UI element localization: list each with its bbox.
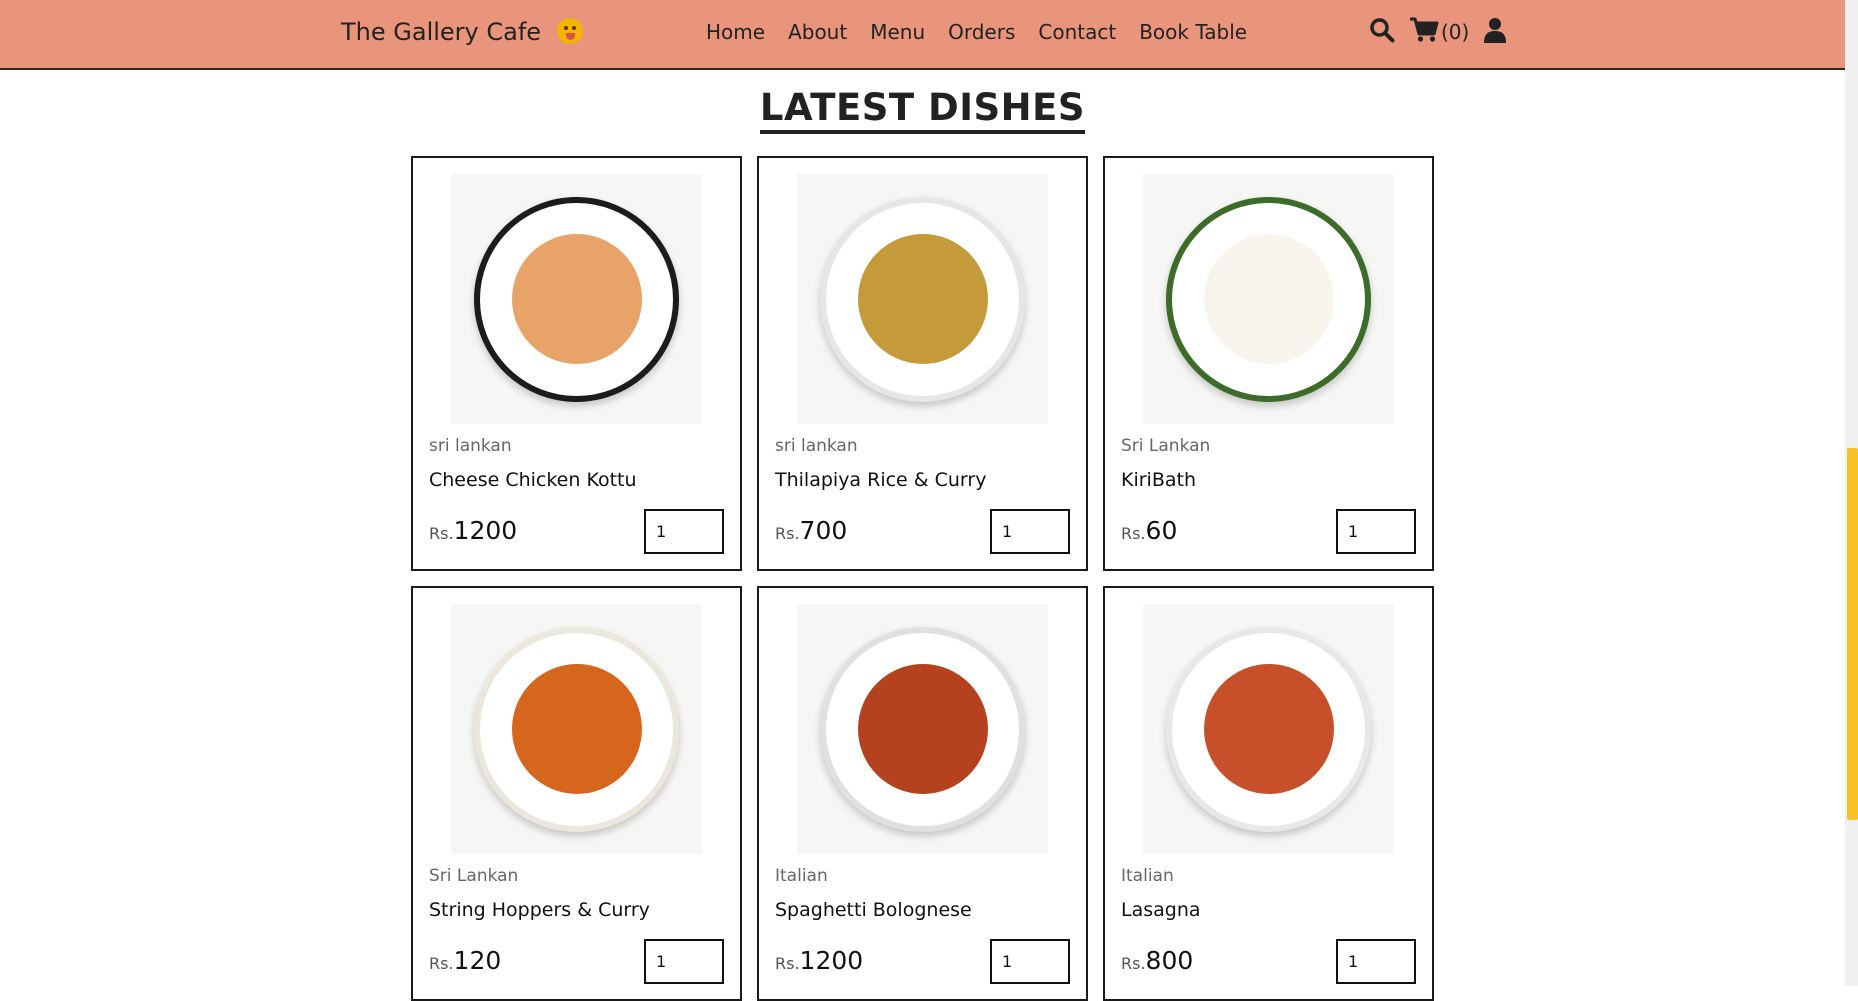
dish-price: Rs.1200 — [775, 946, 863, 975]
plate-graphic — [1166, 626, 1371, 832]
price-amount: 1200 — [799, 946, 864, 975]
price-amount: 120 — [453, 946, 502, 975]
emoji-icon — [556, 18, 583, 44]
currency-label: Rs. — [1121, 954, 1146, 973]
dish-origin: Italian — [1121, 866, 1174, 886]
dish-name: Cheese Chicken Kottu — [429, 469, 637, 491]
dish-name: Thilapiya Rice & Curry — [775, 469, 987, 491]
dish-price: Rs.700 — [775, 516, 847, 545]
nav-link-contact[interactable]: Contact — [1038, 20, 1116, 44]
dish-price: Rs.800 — [1121, 946, 1193, 975]
plate-graphic — [474, 626, 679, 832]
nav-link-about[interactable]: About — [788, 20, 847, 44]
dish-origin: sri lankan — [429, 436, 512, 456]
dish-card[interactable]: Italian Spaghetti Bolognese Rs.1200 — [757, 586, 1088, 1001]
price-amount: 700 — [799, 516, 848, 545]
dish-card[interactable]: Sri Lankan String Hoppers & Curry Rs.120 — [411, 586, 742, 1001]
price-amount: 1200 — [453, 516, 518, 545]
dish-name: KiriBath — [1121, 469, 1196, 491]
dish-card[interactable]: sri lankan Cheese Chicken Kottu Rs.1200 — [411, 156, 742, 571]
food-graphic — [1203, 664, 1334, 794]
currency-label: Rs. — [429, 954, 454, 973]
dish-card[interactable]: Italian Lasagna Rs.800 — [1103, 586, 1434, 1001]
dish-image[interactable] — [451, 604, 702, 854]
dish-image[interactable] — [451, 174, 702, 424]
food-graphic — [511, 234, 642, 364]
nav-link-menu[interactable]: Menu — [870, 20, 925, 44]
currency-label: Rs. — [429, 524, 454, 543]
nav-link-book-table[interactable]: Book Table — [1139, 20, 1247, 44]
dish-name: Spaghetti Bolognese — [775, 899, 972, 921]
quantity-input[interactable] — [990, 509, 1070, 554]
dish-image[interactable] — [1143, 174, 1394, 424]
nav-link-home[interactable]: Home — [706, 20, 765, 44]
cart-button[interactable]: (0) — [1409, 17, 1469, 47]
search-icon[interactable] — [1369, 17, 1395, 47]
section-title: LATEST DISHES — [0, 86, 1845, 134]
cart-icon — [1409, 17, 1439, 47]
dish-image[interactable] — [1143, 604, 1394, 854]
cart-count: (0) — [1441, 20, 1470, 44]
dish-price: Rs.1200 — [429, 516, 517, 545]
brand-logo[interactable]: The Gallery Cafe — [341, 18, 583, 46]
price-amount: 60 — [1145, 516, 1178, 545]
food-graphic — [857, 664, 988, 794]
quantity-input[interactable] — [644, 509, 724, 554]
dish-origin: Sri Lankan — [1121, 436, 1211, 456]
dish-price: Rs.120 — [429, 946, 501, 975]
food-graphic — [1203, 234, 1334, 364]
currency-label: Rs. — [775, 524, 800, 543]
currency-label: Rs. — [775, 954, 800, 973]
user-icon[interactable] — [1483, 17, 1507, 47]
plate-graphic — [820, 196, 1025, 402]
quantity-input[interactable] — [644, 939, 724, 984]
dish-card[interactable]: Sri Lankan KiriBath Rs.60 — [1103, 156, 1434, 571]
plate-graphic — [474, 196, 679, 402]
plate-graphic — [1166, 196, 1371, 402]
food-graphic — [857, 234, 988, 364]
currency-label: Rs. — [1121, 524, 1146, 543]
latest-dishes-heading: LATEST DISHES — [759, 86, 1086, 134]
dish-name: Lasagna — [1121, 899, 1201, 921]
dish-origin: Sri Lankan — [429, 866, 519, 886]
nav-links: Home About Menu Orders Contact Book Tabl… — [706, 20, 1270, 44]
dish-image[interactable] — [797, 174, 1048, 424]
plate-graphic — [820, 626, 1025, 832]
dish-name: String Hoppers & Curry — [429, 899, 650, 921]
dish-grid: sri lankan Cheese Chicken Kottu Rs.1200 … — [411, 156, 1434, 1001]
food-graphic — [511, 664, 642, 794]
dish-card[interactable]: sri lankan Thilapiya Rice & Curry Rs.700 — [757, 156, 1088, 571]
navbar: The Gallery Cafe Home About Menu Orders … — [0, 0, 1845, 70]
price-amount: 800 — [1145, 946, 1194, 975]
dish-price: Rs.60 — [1121, 516, 1177, 545]
dish-origin: sri lankan — [775, 436, 858, 456]
dish-origin: Italian — [775, 866, 828, 886]
quantity-input[interactable] — [1336, 509, 1416, 554]
quantity-input[interactable] — [1336, 939, 1416, 984]
brand-name[interactable]: The Gallery Cafe — [341, 18, 541, 46]
scrollbar-thumb[interactable] — [1847, 448, 1858, 820]
nav-link-orders[interactable]: Orders — [948, 20, 1015, 44]
dish-image[interactable] — [797, 604, 1048, 854]
nav-icons: (0) — [1369, 17, 1507, 47]
quantity-input[interactable] — [990, 939, 1070, 984]
